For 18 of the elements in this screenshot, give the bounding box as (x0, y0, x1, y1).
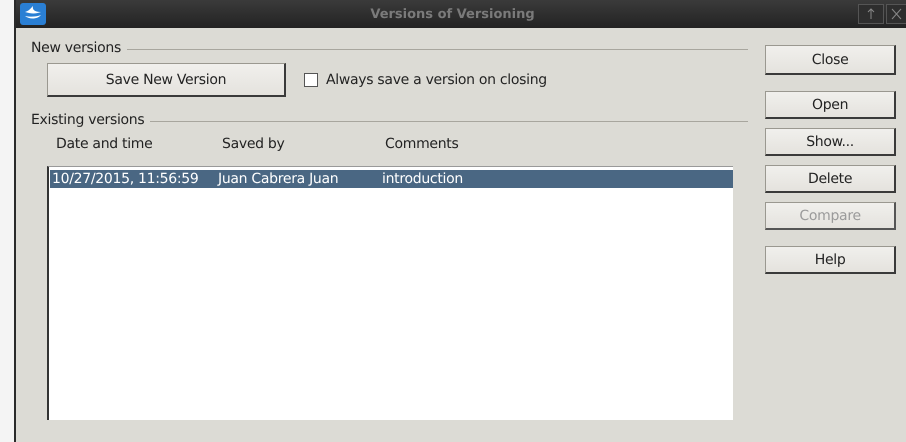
dialog-button[interactable]: Delete (765, 165, 896, 193)
column-header[interactable]: Date and time (56, 136, 222, 152)
app-logo-icon (19, 2, 47, 26)
checkbox[interactable] (304, 73, 318, 87)
version-row[interactable]: 10/27/2015, 11:56:59 Juan Cabrera Juan introduction (50, 170, 733, 188)
dialog-button[interactable]: Close (765, 45, 896, 75)
dialog-button[interactable]: Show... (765, 128, 896, 156)
dialog-button[interactable]: Help (765, 246, 896, 274)
column-header[interactable]: Saved by (222, 136, 385, 152)
maximize-button[interactable] (858, 4, 884, 24)
save-new-version-button[interactable]: Save New Version (47, 63, 286, 97)
section-heading: Existing versions (31, 112, 144, 128)
column-header[interactable]: Comments (385, 136, 748, 152)
window-title: Versions of Versioning (369, 6, 536, 22)
dialog-button[interactable]: Open (765, 91, 896, 119)
section-heading: New versions (31, 40, 121, 56)
close-button[interactable] (886, 4, 906, 24)
checkbox-label: Always save a version on closing (326, 72, 547, 88)
